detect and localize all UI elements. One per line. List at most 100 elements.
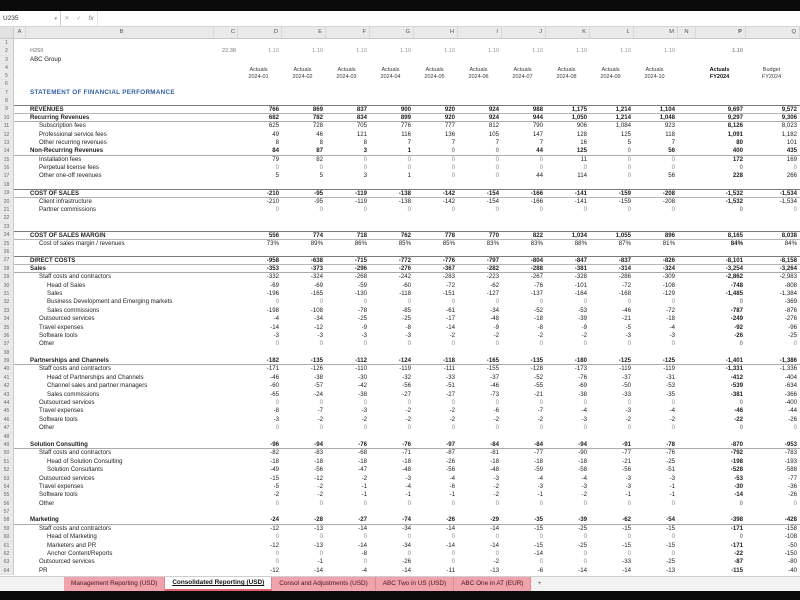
cell[interactable]: -1 (502, 491, 546, 499)
cell[interactable]: 8,126 (696, 122, 746, 130)
row-label[interactable]: Sales (26, 290, 214, 298)
cell[interactable] (14, 483, 26, 491)
cell[interactable] (678, 558, 696, 566)
cell[interactable]: -783 (746, 449, 800, 457)
cell[interactable]: -3 (326, 332, 370, 340)
cell[interactable]: -7 (282, 407, 326, 415)
cell[interactable] (214, 332, 238, 340)
cell[interactable]: -76 (634, 449, 678, 457)
cell[interactable]: 0 (414, 340, 458, 348)
cell[interactable]: -400 (746, 399, 800, 407)
cell[interactable]: 0 (414, 399, 458, 407)
cell[interactable]: -958 (238, 256, 282, 265)
period-header[interactable]: Actuals 2024-09 (590, 64, 634, 80)
row-number[interactable]: 18 (0, 180, 14, 190)
cell[interactable]: 0 (546, 298, 590, 306)
cell[interactable]: -804 (502, 256, 546, 265)
cell[interactable]: 988 (502, 105, 546, 114)
cell[interactable]: -15 (634, 542, 678, 550)
cell[interactable]: -137 (502, 290, 546, 298)
cell[interactable]: 7 (634, 139, 678, 147)
cell[interactable] (678, 382, 696, 390)
column-header-E[interactable]: E (282, 27, 326, 38)
row-label[interactable]: Subscription fees (26, 122, 214, 130)
cell[interactable]: 128 (546, 131, 590, 139)
cell[interactable]: -87 (414, 449, 458, 457)
cell[interactable]: 44 (502, 172, 546, 180)
cell[interactable]: 0 (326, 399, 370, 407)
cell[interactable]: -286 (590, 273, 634, 281)
cell[interactable]: 899 (370, 114, 414, 123)
cell[interactable]: -30 (696, 483, 746, 491)
cell[interactable]: -62 (590, 516, 634, 525)
cell[interactable]: 1,091 (696, 131, 746, 139)
cell[interactable] (678, 483, 696, 491)
cell[interactable]: -59 (326, 282, 370, 290)
cell[interactable]: 920 (414, 114, 458, 123)
row-number[interactable]: 46 (0, 415, 14, 425)
cell[interactable]: 1.10 (282, 47, 326, 55)
cell[interactable]: -528 (696, 466, 746, 474)
cell[interactable]: -3 (590, 407, 634, 415)
cell[interactable]: 400 (696, 147, 746, 156)
cell[interactable] (214, 265, 238, 274)
row-label[interactable]: Marketers and PR (26, 542, 214, 550)
cell[interactable]: -870 (696, 441, 746, 450)
cell[interactable]: 834 (326, 114, 370, 123)
cell[interactable]: 0 (458, 206, 502, 214)
cell[interactable] (14, 516, 26, 525)
column-header-I[interactable]: I (458, 27, 502, 38)
cell[interactable]: 0 (546, 399, 590, 407)
cell[interactable]: 812 (458, 122, 502, 130)
cell[interactable]: -15 (590, 525, 634, 533)
cell[interactable] (214, 105, 238, 114)
row-number[interactable]: 63 (0, 558, 14, 567)
cell[interactable]: -84 (502, 441, 546, 450)
cell[interactable]: -8 (238, 407, 282, 415)
cell[interactable]: -876 (746, 307, 800, 315)
cell[interactable]: -119 (634, 365, 678, 373)
cell[interactable] (214, 483, 238, 491)
cell[interactable]: 1,214 (590, 105, 634, 114)
cell[interactable]: 0 (326, 156, 370, 164)
cell[interactable]: 1.10 (238, 47, 282, 55)
cell[interactable]: -210 (238, 189, 282, 198)
row-number[interactable]: 61 (0, 541, 14, 551)
column-header-G[interactable]: G (370, 27, 414, 38)
cell[interactable]: 0 (502, 399, 546, 407)
cell[interactable]: -130 (326, 290, 370, 298)
cell[interactable]: -13 (282, 542, 326, 550)
cell[interactable]: 0 (414, 500, 458, 508)
cell[interactable] (214, 206, 238, 214)
cell[interactable]: -56 (370, 382, 414, 390)
cell[interactable]: 7 (502, 139, 546, 147)
row-label[interactable]: DIRECT COSTS (26, 256, 214, 265)
name-box[interactable]: U235 ▾ (0, 11, 61, 26)
cell[interactable]: 101 (746, 139, 800, 147)
cell[interactable] (678, 273, 696, 281)
cell[interactable] (214, 533, 238, 541)
cell[interactable]: 0 (590, 424, 634, 432)
cell[interactable]: -90 (546, 449, 590, 457)
cell[interactable]: 0 (634, 399, 678, 407)
cell[interactable] (14, 365, 26, 373)
cell[interactable]: -110 (326, 365, 370, 373)
cell[interactable]: -37 (590, 374, 634, 382)
cell[interactable]: -17 (414, 315, 458, 323)
cell[interactable]: -48 (370, 466, 414, 474)
row-number[interactable]: 25 (0, 239, 14, 248)
column-header-N[interactable]: N (678, 27, 696, 38)
cell[interactable] (14, 525, 26, 533)
cell[interactable]: 0 (634, 340, 678, 348)
row-number[interactable]: 15 (0, 155, 14, 165)
cell[interactable]: -1,534 (746, 198, 800, 206)
cell[interactable]: -85 (370, 307, 414, 315)
cell[interactable]: 682 (238, 114, 282, 123)
cell[interactable] (14, 273, 26, 281)
cell[interactable]: 0 (590, 533, 634, 541)
cell[interactable]: -12 (238, 525, 282, 533)
cell[interactable]: -173 (546, 365, 590, 373)
cell[interactable]: -2 (634, 416, 678, 424)
cell[interactable]: 0 (238, 206, 282, 214)
cell[interactable]: -71 (370, 449, 414, 457)
